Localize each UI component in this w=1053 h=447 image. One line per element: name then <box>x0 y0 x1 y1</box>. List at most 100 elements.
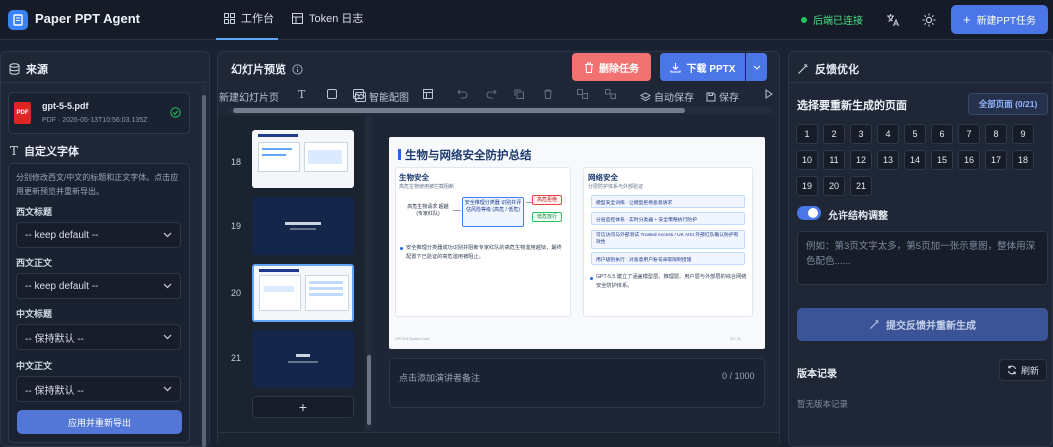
slide-net-title: 网络安全 <box>588 173 618 182</box>
cn-body-label: 中文正文 <box>16 361 53 371</box>
bullet-dot <box>400 247 403 250</box>
link-icon[interactable] <box>577 89 588 99</box>
page-chip[interactable]: 20 <box>823 176 845 196</box>
table-tool-icon[interactable] <box>423 89 433 99</box>
chevron-down-icon <box>163 386 172 392</box>
bottom-bar <box>218 432 779 447</box>
page-chip[interactable]: 10 <box>796 150 818 170</box>
magic-wand-icon <box>870 319 879 329</box>
tab-workbench-label: 工作台 <box>241 13 274 25</box>
submit-feedback-label: 提交反馈并重新生成 <box>886 321 976 332</box>
chevron-down-icon <box>163 283 172 289</box>
new-slide-button[interactable]: 新建幻灯片页 <box>219 89 279 104</box>
download-pptx-button[interactable]: 下载 PPTX <box>660 53 745 81</box>
file-card[interactable] <box>8 92 190 134</box>
thumb-number: 18 <box>230 157 241 167</box>
page-chip[interactable]: 18 <box>1012 150 1034 170</box>
toolbar-scrollbar-thumb[interactable] <box>233 108 685 113</box>
structure-toggle-label: 允许结构调整 <box>828 211 888 222</box>
unlink-icon[interactable] <box>605 89 616 99</box>
cn-title-select[interactable]: -- 保持默认 -- <box>16 324 181 350</box>
western-body-select[interactable]: -- keep default -- <box>16 273 181 299</box>
delete-task-button[interactable]: 删除任务 <box>572 53 651 81</box>
page-chip[interactable]: 8 <box>985 124 1007 144</box>
source-header: 来源 <box>9 61 48 77</box>
undo-icon[interactable] <box>457 89 468 99</box>
toggle-knob <box>808 208 818 218</box>
page-chip[interactable]: 19 <box>796 176 818 196</box>
redo-icon[interactable] <box>486 89 497 99</box>
western-title-label: 西文标题 <box>16 207 53 217</box>
download-options-button[interactable] <box>746 53 767 81</box>
all-pages-button[interactable]: 全部页面 (0/21) <box>968 93 1048 115</box>
tab-workbench[interactable]: 工作台 <box>224 10 274 26</box>
slide-thumbnail-21[interactable] <box>252 330 354 388</box>
page-chip[interactable]: 15 <box>931 150 953 170</box>
page-selector-grid: 1 2 3 4 5 6 7 8 9 10 11 12 13 14 15 16 1… <box>796 124 1036 196</box>
slide-title-accent <box>398 149 401 160</box>
slide-thumbnail-19[interactable] <box>252 197 354 255</box>
new-task-button[interactable]: + 新建PPT任务 <box>951 5 1048 34</box>
new-task-label: 新建PPT任务 <box>976 16 1037 27</box>
western-title-value: -- keep default -- <box>25 229 99 241</box>
shape-square-icon[interactable] <box>327 89 337 99</box>
page-chip[interactable]: 1 <box>796 124 818 144</box>
page-chip[interactable]: 7 <box>958 124 980 144</box>
page-chip[interactable]: 11 <box>823 150 845 170</box>
play-icon[interactable] <box>765 89 773 99</box>
thumb-number: 19 <box>230 221 241 231</box>
info-icon[interactable] <box>292 63 303 75</box>
save-label: 保存 <box>719 93 739 104</box>
slide-thumbnail-18[interactable] <box>252 130 354 188</box>
page-chip[interactable]: 13 <box>877 150 899 170</box>
page-chip[interactable]: 16 <box>958 150 980 170</box>
page-chip[interactable]: 17 <box>985 150 1007 170</box>
page-chip[interactable]: 4 <box>877 124 899 144</box>
add-slide-button[interactable]: + <box>252 396 354 418</box>
smart-image-button[interactable]: 智能配图 <box>355 89 409 104</box>
page-chip[interactable]: 6 <box>931 124 953 144</box>
fonts-title: 自定义字体 <box>24 146 80 158</box>
slide-footer-left: GPT-5.5 System Card <box>395 337 430 341</box>
source-title: 来源 <box>26 64 48 76</box>
apply-fonts-button[interactable]: 应用并重新导出 <box>17 410 182 434</box>
trash-tool-icon[interactable] <box>543 89 553 99</box>
cn-title-label: 中文标题 <box>16 309 53 319</box>
save-button[interactable]: 保存 <box>706 89 739 104</box>
preview-title: 幻灯片预览 <box>231 64 286 76</box>
refresh-label: 刷新 <box>1020 365 1039 376</box>
file-meta: PDF · 2026-05-13T10:56:03.135Z <box>42 117 148 124</box>
new-slide-label: 新建幻灯片页 <box>219 93 279 104</box>
cn-body-select[interactable]: -- 保持默认 -- <box>16 376 181 402</box>
page-chip[interactable]: 5 <box>904 124 926 144</box>
flow-arrow <box>453 210 461 211</box>
page-chip[interactable]: 9 <box>1012 124 1034 144</box>
fonts-description: 分别修改西文/中文的标题和正文字体。点击应用更新预览并重新导出。 <box>16 173 179 196</box>
refresh-button[interactable]: 刷新 <box>999 359 1047 381</box>
status-text: 后端已连接 <box>813 16 863 27</box>
copy-icon[interactable] <box>514 89 524 99</box>
autosave-toggle[interactable]: 自动保存 <box>640 89 694 104</box>
submit-feedback-button[interactable]: 提交反馈并重新生成 <box>797 308 1048 341</box>
page-chip[interactable]: 14 <box>904 150 926 170</box>
sidebar-scrollbar-thumb[interactable] <box>202 95 206 447</box>
structure-toggle[interactable] <box>797 206 821 220</box>
thumb-scrollbar-thumb[interactable] <box>367 355 371 425</box>
slide-net-item: 用户级别执行 · 对恶意用户账号采取限制措施 <box>591 252 745 265</box>
page-chip[interactable]: 21 <box>850 176 872 196</box>
slide-thumbnail-20-selected[interactable] <box>252 264 354 322</box>
plus-icon: + <box>298 399 308 415</box>
tab-token-log[interactable]: Token 日志 <box>292 10 363 26</box>
slide-net-item: 分层监控体系 · 实时分类器 + 安全策略执行防护 <box>591 212 745 225</box>
page-chip[interactable]: 2 <box>823 124 845 144</box>
page-chip[interactable]: 12 <box>850 150 872 170</box>
page-chip[interactable]: 3 <box>850 124 872 144</box>
western-title-select[interactable]: -- keep default -- <box>16 222 181 248</box>
translate-icon[interactable] <box>884 11 902 29</box>
table-icon <box>292 12 303 24</box>
active-tab-indicator <box>216 38 278 40</box>
text-tool-icon[interactable]: T <box>298 88 305 101</box>
theme-sun-icon[interactable] <box>920 11 938 29</box>
feedback-textarea[interactable]: 例如：第3页文字太多，第5页加一张示意图，整体用深色配色...... <box>797 231 1048 285</box>
slide-net-item: 模型安全训练 · 让模型拒绝恶意请求 <box>591 195 745 208</box>
